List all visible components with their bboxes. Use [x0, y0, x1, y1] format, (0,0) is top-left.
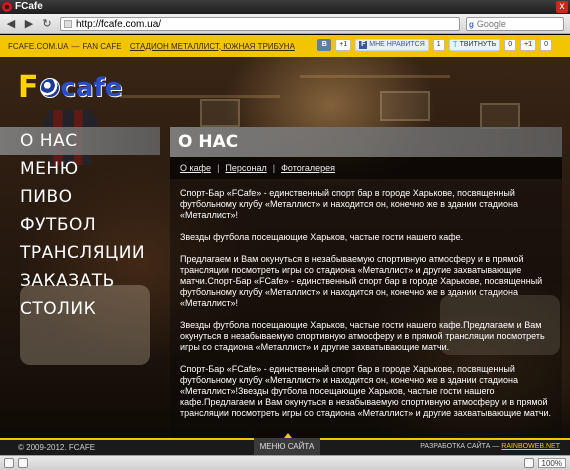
google-plus-button[interactable]: +1 — [520, 39, 537, 51]
stadium-link[interactable]: СТАДИОН МЕТАЛЛИСТ, ЮЖНАЯ ТРИБУНА — [130, 42, 295, 51]
tweet-count: 0 — [504, 39, 517, 51]
decor-frame — [480, 103, 520, 129]
content-panel: О НАС О кафе | Персонал | Фотогалерея Сп… — [170, 127, 562, 437]
status-bar: 100% — [0, 455, 570, 470]
reload-icon[interactable]: ↻ — [40, 17, 54, 31]
tab-staff[interactable]: Персонал — [225, 163, 266, 173]
search-bar[interactable]: g — [466, 17, 564, 31]
facebook-icon: f — [359, 41, 368, 49]
site-section: FAN CAFE — [82, 41, 122, 51]
address-bar[interactable] — [60, 17, 460, 31]
tab-separator: | — [217, 163, 220, 173]
window-title: FCafe — [15, 1, 43, 12]
window-title-bar: FCafe x — [0, 0, 570, 14]
footer: © 2009-2012. FCAFE МЕНЮ САЙТА РАЗРАБОТКА… — [0, 433, 570, 455]
tab-photo-gallery[interactable]: Фотогалерея — [281, 163, 335, 173]
twitter-icon: t — [452, 40, 458, 49]
tweet-label: Твитнуть — [459, 41, 497, 48]
search-input[interactable] — [476, 19, 557, 29]
developer-credit: РАЗРАБОТКА САЙТА — RAINBOWEB.NET — [420, 443, 560, 450]
panel-icon[interactable] — [18, 458, 28, 468]
soccer-ball-icon — [39, 78, 60, 98]
social-buttons: В +1 f Мне нравится 1 t Твитнуть 0 +1 0 — [317, 39, 552, 51]
paragraph: Предлагаем и Вам окунуться в незабываему… — [180, 254, 543, 308]
nav-item-book-table[interactable]: ЗАКАЗАТЬ СТОЛИК — [0, 267, 160, 319]
facebook-count: 1 — [432, 39, 445, 51]
facebook-like-label: Мне нравится — [369, 41, 425, 48]
nav-item-beer[interactable]: ПИВО — [0, 183, 160, 211]
google-icon: g — [469, 19, 474, 29]
breadcrumb-separator: — — [71, 41, 80, 51]
zoom-icon[interactable] — [523, 458, 534, 468]
status-right: 100% — [520, 458, 566, 468]
decor-frame — [200, 99, 240, 127]
paragraph: Звезды футбола посещающие Харьков, часты… — [180, 320, 545, 352]
close-icon[interactable]: x — [556, 1, 568, 13]
site-logo[interactable]: F cafe — [18, 70, 123, 105]
subnav-tabs: О кафе | Персонал | Фотогалерея — [170, 157, 562, 179]
nav-item-football[interactable]: ФУТБОЛ — [0, 211, 160, 239]
vk-button[interactable]: В — [317, 39, 332, 51]
nav-item-about[interactable]: О НАС — [0, 127, 160, 155]
tweet-button[interactable]: t Твитнуть — [448, 39, 501, 51]
panel-icon[interactable] — [4, 458, 14, 468]
forward-icon[interactable]: ▶ — [22, 17, 36, 31]
zoom-level[interactable]: 100% — [537, 458, 566, 468]
paragraph: Спорт-Бар «FCafe» - единственный спорт б… — [180, 364, 552, 418]
paragraph: Спорт-Бар «FCafe» - единственный спорт б… — [180, 188, 518, 220]
main-nav: О НАС МЕНЮ ПИВО ФУТБОЛ ТРАНСЛЯЦИИ ЗАКАЗА… — [0, 127, 160, 319]
logo-text: cafe — [60, 73, 123, 103]
page-icon — [64, 20, 72, 28]
site-name: FCAFE.COM.UA — [8, 41, 69, 51]
page-title: О НАС — [170, 127, 562, 157]
web-page: FCAFE.COM.UA — FAN CAFE СТАДИОН МЕТАЛЛИС… — [0, 35, 570, 455]
copyright: © 2009-2012. FCAFE — [18, 443, 96, 452]
credit-prefix: РАЗРАБОТКА САЙТА — — [420, 443, 500, 450]
top-bar: FCAFE.COM.UA — FAN CAFE СТАДИОН МЕТАЛЛИС… — [0, 35, 570, 57]
nav-item-broadcasts[interactable]: ТРАНСЛЯЦИИ — [0, 239, 160, 267]
developer-link[interactable]: RAINBOWEB.NET — [501, 443, 560, 450]
tab-separator: | — [272, 163, 276, 173]
url-input[interactable] — [76, 18, 436, 30]
google-plus-count: 0 — [540, 39, 552, 51]
browser-toolbar: ◀ ▶ ↻ g — [0, 14, 570, 34]
paragraph: Звезды футбола посещающие Харьков, часты… — [180, 232, 464, 242]
decor-shelf — [300, 75, 450, 78]
logo-letter: F — [18, 70, 39, 105]
site-menu-button[interactable]: МЕНЮ САЙТА — [254, 433, 320, 455]
opera-icon — [2, 2, 12, 12]
decor-frame — [380, 91, 430, 121]
tab-about-cafe[interactable]: О кафе — [180, 163, 211, 173]
article-body: Спорт-Бар «FCafe» - единственный спорт б… — [170, 179, 562, 419]
decor-shelf — [120, 95, 280, 98]
back-icon[interactable]: ◀ — [4, 17, 18, 31]
nav-item-menu[interactable]: МЕНЮ — [0, 155, 160, 183]
facebook-like-button[interactable]: f Мне нравится — [355, 39, 429, 51]
vk-count: +1 — [335, 39, 352, 51]
